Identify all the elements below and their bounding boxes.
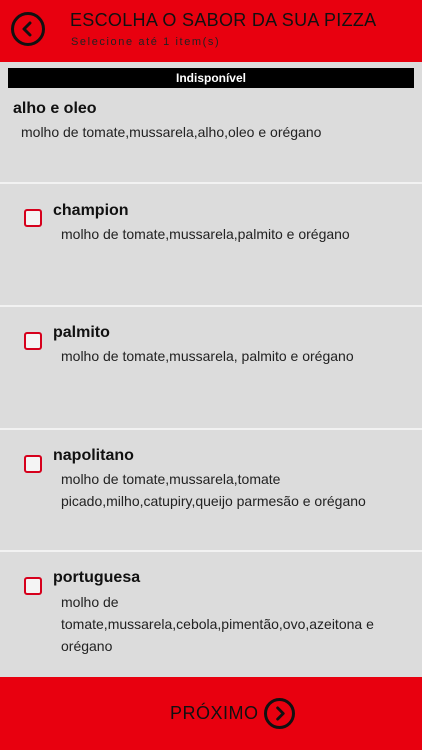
item-description: molho de tomate,mussarela, palmito e oré… <box>61 348 354 364</box>
page-subtitle: Selecione até 1 item(s) <box>71 36 221 48</box>
page-title: ESCOLHA O SABOR DA SUA PIZZA <box>70 10 377 30</box>
item-description: molho de tomate,mussarela,cebola,pimentã… <box>61 594 374 654</box>
checkbox-napolitano[interactable] <box>24 455 42 473</box>
checkbox-palmito[interactable] <box>24 332 42 350</box>
item-name: portuguesa <box>53 569 141 586</box>
next-button-label[interactable]: PRÓXIMO <box>170 703 259 724</box>
item-description: molho de tomate,mussarela,palmito e orég… <box>61 226 350 242</box>
item-name: alho e oleo <box>13 100 97 117</box>
list-item-palmito[interactable]: palmito molho de tomate,mussarela, palmi… <box>0 307 422 428</box>
item-description: molho de tomate,mussarela,alho,oleo e or… <box>21 124 322 140</box>
chevron-left-icon <box>22 21 32 37</box>
checkbox-champion[interactable] <box>24 209 42 227</box>
list-item-napolitano[interactable]: napolitano molho de tomate,mussarela,tom… <box>0 430 422 550</box>
list-item-champion[interactable]: champion molho de tomate,mussarela,palmi… <box>0 184 422 305</box>
item-name: palmito <box>53 324 110 341</box>
header-bar: ESCOLHA O SABOR DA SUA PIZZA Selecione a… <box>0 0 422 62</box>
next-button[interactable] <box>264 698 295 729</box>
list-item-alho-e-oleo: alho e oleo molho de tomate,mussarela,al… <box>0 90 422 182</box>
checkbox-portuguesa[interactable] <box>24 577 42 595</box>
back-button[interactable] <box>11 12 45 46</box>
chevron-right-icon <box>276 706 285 721</box>
item-description: molho de tomate,mussarela,tomate picado,… <box>61 471 366 509</box>
unavailable-banner: Indisponível <box>8 68 414 88</box>
item-name: champion <box>53 202 129 219</box>
footer-bar: PRÓXIMO <box>0 677 422 750</box>
list-item-portuguesa[interactable]: portuguesa molho de tomate,mussarela,ceb… <box>0 552 422 677</box>
item-name: napolitano <box>53 447 134 464</box>
